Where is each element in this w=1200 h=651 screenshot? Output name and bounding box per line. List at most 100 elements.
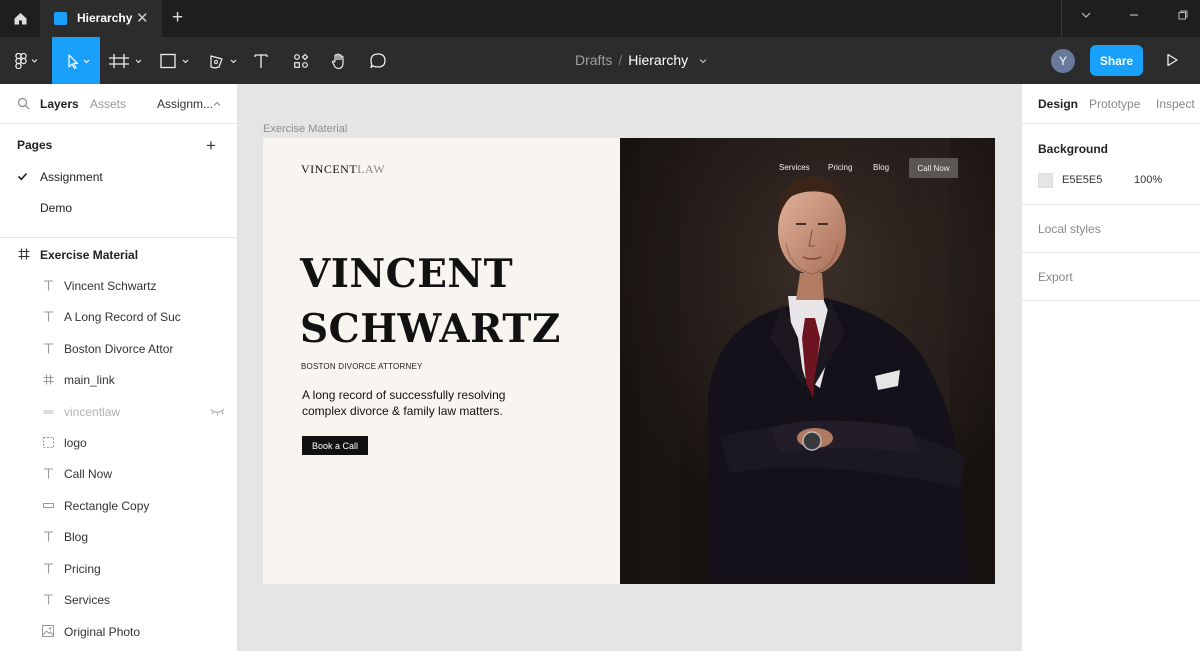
right-panel-tabs: Design Prototype Inspect <box>1022 84 1200 124</box>
pen-tool[interactable] <box>200 37 244 84</box>
layer-item[interactable]: Rectangle Copy <box>0 490 237 521</box>
tab-title: Hierarchy <box>77 11 133 25</box>
text-icon <box>42 310 54 322</box>
export-title[interactable]: Export <box>1038 270 1073 284</box>
layers-panel: Layers Assets Assignm... Pages + Assignm… <box>0 84 238 651</box>
layer-item[interactable]: main_link <box>0 364 237 395</box>
layer-label: Original Photo <box>64 625 141 639</box>
layer-item[interactable]: Services <box>0 584 237 615</box>
add-page-button[interactable]: + <box>206 136 216 156</box>
text-icon <box>42 530 54 542</box>
page-item-assignment[interactable]: Assignment <box>40 170 103 184</box>
properties-panel: Design Prototype Inspect Background E5E5… <box>1021 84 1200 651</box>
home-button[interactable] <box>0 0 40 37</box>
new-tab-button[interactable]: + <box>172 7 183 29</box>
layer-item[interactable]: Original Photo <box>0 616 237 647</box>
layer-label: Call Now <box>64 467 113 481</box>
move-tool[interactable] <box>52 37 100 84</box>
chevron-up-icon[interactable] <box>213 100 221 108</box>
hero-name-line1[interactable]: VINCENT <box>300 251 513 297</box>
restore-icon[interactable] <box>1177 8 1189 24</box>
components-icon <box>294 53 309 68</box>
call-now-button[interactable]: Call Now <box>909 158 958 178</box>
rectangle-icon <box>160 53 189 68</box>
search-icon[interactable] <box>17 97 30 110</box>
layer-label: Pricing <box>64 562 101 576</box>
layer-item[interactable]: Pricing <box>0 553 237 584</box>
file-tab[interactable]: Hierarchy ✕ <box>40 0 162 37</box>
comment-icon <box>370 52 386 68</box>
hand-icon <box>331 52 344 69</box>
layer-label: main_link <box>64 373 115 387</box>
text-icon <box>42 467 54 479</box>
book-a-call-button[interactable]: Book a Call <box>302 436 368 455</box>
tab-prototype[interactable]: Prototype <box>1089 97 1140 111</box>
pages-title: Pages <box>17 138 53 152</box>
page-selector[interactable]: Assignm... <box>157 97 213 111</box>
chevron-down-icon[interactable] <box>698 56 708 66</box>
text-icon <box>42 562 54 574</box>
main-menu-button[interactable] <box>0 37 52 84</box>
image-icon <box>42 405 54 417</box>
tab-inspect[interactable]: Inspect <box>1156 97 1195 111</box>
original-photo[interactable]: Services Pricing Blog Call Now <box>620 138 995 584</box>
site-logo[interactable]: VINCENTLAW <box>301 162 385 177</box>
layer-frame-exercise-material[interactable]: Exercise Material <box>0 239 237 270</box>
hero-name-line2[interactable]: SCHWARTZ <box>300 306 561 352</box>
background-hex-value[interactable]: E5E5E5 <box>1062 174 1102 186</box>
nav-link-blog[interactable]: Blog <box>873 163 889 172</box>
hero-lead-text[interactable]: A long record of successfully resolving … <box>302 387 532 419</box>
resources-tool[interactable] <box>288 37 314 84</box>
layer-item[interactable]: A Long Record of Suc <box>0 301 237 332</box>
group-icon <box>42 436 54 448</box>
breadcrumb: Drafts / Hierarchy <box>575 52 708 68</box>
tab-design[interactable]: Design <box>1038 97 1078 111</box>
breadcrumb-drafts[interactable]: Drafts <box>575 52 612 68</box>
cursor-icon <box>68 53 90 69</box>
text-icon <box>42 279 54 291</box>
layer-item[interactable]: Boston Divorce Attor <box>0 333 237 364</box>
close-tab-icon[interactable]: ✕ <box>136 9 149 27</box>
panel-divider <box>0 237 237 238</box>
frame-icon <box>109 53 142 68</box>
eye-hidden-icon[interactable] <box>210 408 225 416</box>
tab-layers[interactable]: Layers <box>40 97 79 111</box>
layer-item[interactable]: vincentlaw <box>0 396 237 427</box>
frame-label[interactable]: Exercise Material <box>263 123 347 135</box>
avatar[interactable]: Y <box>1051 49 1075 73</box>
nav-link-pricing[interactable]: Pricing <box>828 163 852 172</box>
present-button[interactable] <box>1165 53 1179 72</box>
text-icon <box>254 53 268 68</box>
background-opacity-value[interactable]: 100% <box>1134 174 1162 186</box>
shape-tool[interactable] <box>152 37 196 84</box>
panel-divider <box>1022 300 1200 301</box>
text-tool[interactable] <box>248 37 274 84</box>
artboard-exercise-material[interactable]: VINCENTLAW VINCENT SCHWARTZ BOSTON DIVOR… <box>263 138 995 584</box>
background-title: Background <box>1038 142 1109 156</box>
background-color-swatch[interactable] <box>1038 173 1053 188</box>
panel-divider <box>1022 252 1200 253</box>
panel-divider <box>1022 204 1200 205</box>
hand-tool[interactable] <box>326 37 352 84</box>
share-button[interactable]: Share <box>1090 45 1143 76</box>
breadcrumb-file-name[interactable]: Hierarchy <box>628 52 688 68</box>
layer-label: Blog <box>64 530 89 544</box>
comment-tool[interactable] <box>365 37 391 84</box>
image-icon <box>42 625 54 637</box>
figma-logo-icon <box>15 52 38 69</box>
layer-item[interactable]: logo <box>0 427 237 458</box>
page-item-demo[interactable]: Demo <box>40 201 72 215</box>
layer-label: A Long Record of Suc <box>64 310 181 324</box>
tab-assets[interactable]: Assets <box>90 97 126 111</box>
layer-item[interactable]: Blog <box>0 521 237 552</box>
chevron-down-icon[interactable] <box>1080 8 1092 24</box>
layer-item[interactable]: Vincent Schwartz <box>0 270 237 301</box>
nav-link-services[interactable]: Services <box>779 163 810 172</box>
layer-label: Rectangle Copy <box>64 499 150 513</box>
minimize-icon[interactable] <box>1128 8 1140 24</box>
frame-tool[interactable] <box>104 37 148 84</box>
layer-item[interactable]: Call Now <box>0 458 237 489</box>
hero-subtitle[interactable]: BOSTON DIVORCE ATTORNEY <box>301 362 423 371</box>
tab-bar: Hierarchy ✕ + <box>0 0 1200 37</box>
portrait-illustration <box>620 138 995 584</box>
